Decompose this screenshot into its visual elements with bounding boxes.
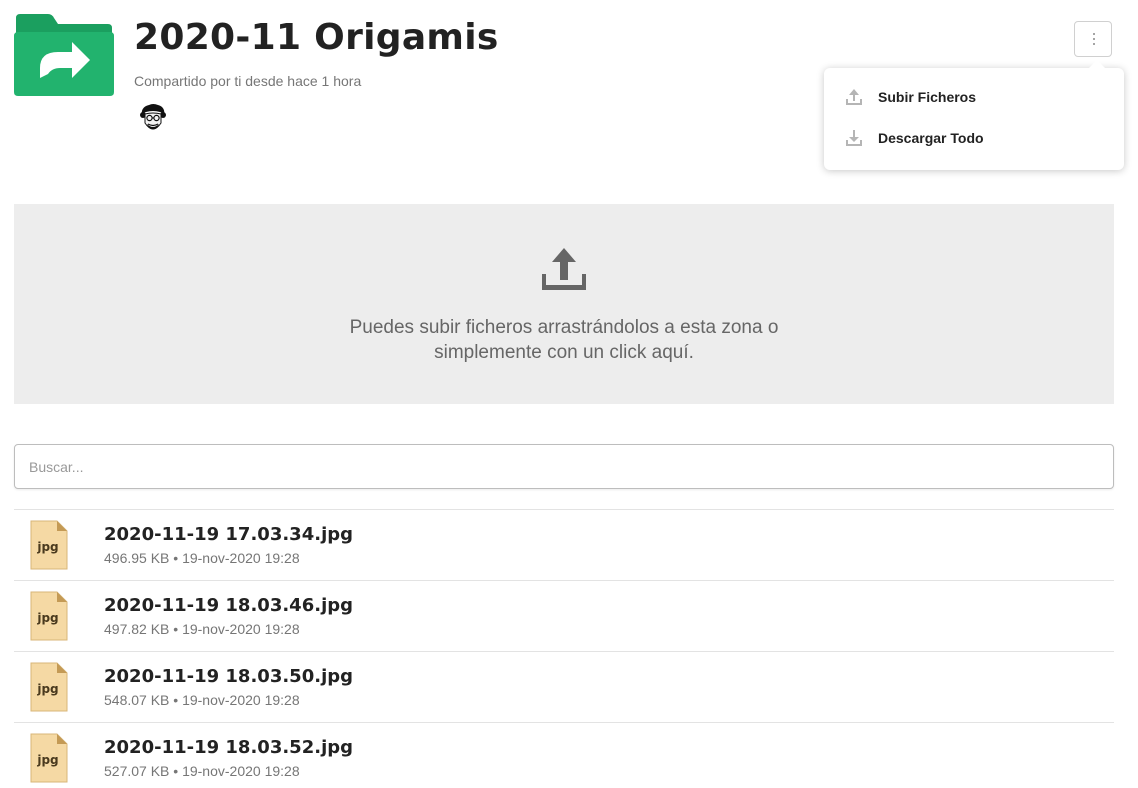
jpg-file-icon: jpg [30, 733, 68, 783]
jpg-file-icon: jpg [30, 520, 68, 570]
svg-text:jpg: jpg [36, 682, 58, 696]
file-meta: 527.07 KB • 19-nov-2020 19:28 [104, 763, 300, 779]
upload-icon [542, 248, 586, 290]
download-icon [846, 130, 862, 146]
file-list: jpg 2020-11-19 17.03.34.jpg 496.95 KB • … [14, 509, 1114, 788]
more-options-button[interactable] [1074, 21, 1112, 57]
share-subtitle: Compartido por ti desde hace 1 hora [134, 73, 362, 89]
file-name: 2020-11-19 18.03.50.jpg [104, 666, 354, 687]
file-name: 2020-11-19 18.03.46.jpg [104, 595, 354, 616]
menu-item-label: Subir Ficheros [878, 89, 977, 105]
file-name: 2020-11-19 18.03.52.jpg [104, 737, 354, 758]
menu-item-label: Descargar Todo [878, 130, 984, 146]
svg-text:jpg: jpg [36, 753, 58, 767]
list-item[interactable]: jpg 2020-11-19 18.03.46.jpg 497.82 KB • … [14, 580, 1114, 651]
file-meta: 548.07 KB • 19-nov-2020 19:28 [104, 692, 300, 708]
dropzone-instructions: Puedes subir ficheros arrastrándolos a e… [264, 315, 864, 365]
options-dropdown: Subir Ficheros Descargar Todo [824, 60, 1124, 170]
menu-item-download-all[interactable]: Descargar Todo [824, 119, 1124, 159]
menu-item-upload-files[interactable]: Subir Ficheros [824, 78, 1124, 118]
search-input[interactable] [14, 444, 1114, 489]
upload-dropzone[interactable]: Puedes subir ficheros arrastrándolos a e… [14, 204, 1114, 404]
shared-folder-icon [14, 14, 114, 96]
dropzone-text-line: simplemente con un click aquí. [434, 342, 694, 363]
list-item[interactable]: jpg 2020-11-19 17.03.34.jpg 496.95 KB • … [14, 509, 1114, 580]
upload-icon [846, 89, 862, 105]
jpg-file-icon: jpg [30, 662, 68, 712]
file-name: 2020-11-19 17.03.34.jpg [104, 524, 354, 545]
avatar[interactable] [139, 103, 167, 131]
list-item[interactable]: jpg 2020-11-19 18.03.50.jpg 548.07 KB • … [14, 651, 1114, 722]
file-meta: 497.82 KB • 19-nov-2020 19:28 [104, 621, 300, 637]
svg-text:jpg: jpg [36, 611, 58, 625]
list-item[interactable]: jpg 2020-11-19 18.03.52.jpg 527.07 KB • … [14, 722, 1114, 788]
page-title: 2020-11 Origamis [134, 17, 499, 58]
file-meta: 496.95 KB • 19-nov-2020 19:28 [104, 550, 300, 566]
jpg-file-icon: jpg [30, 591, 68, 641]
dropdown-caret [1088, 60, 1106, 69]
kebab-menu-icon [1093, 33, 1095, 48]
page: 2020-11 Origamis Compartido por ti desde… [0, 0, 1138, 788]
svg-text:jpg: jpg [36, 540, 58, 554]
dropzone-text-line: Puedes subir ficheros arrastrándolos a e… [349, 317, 779, 338]
